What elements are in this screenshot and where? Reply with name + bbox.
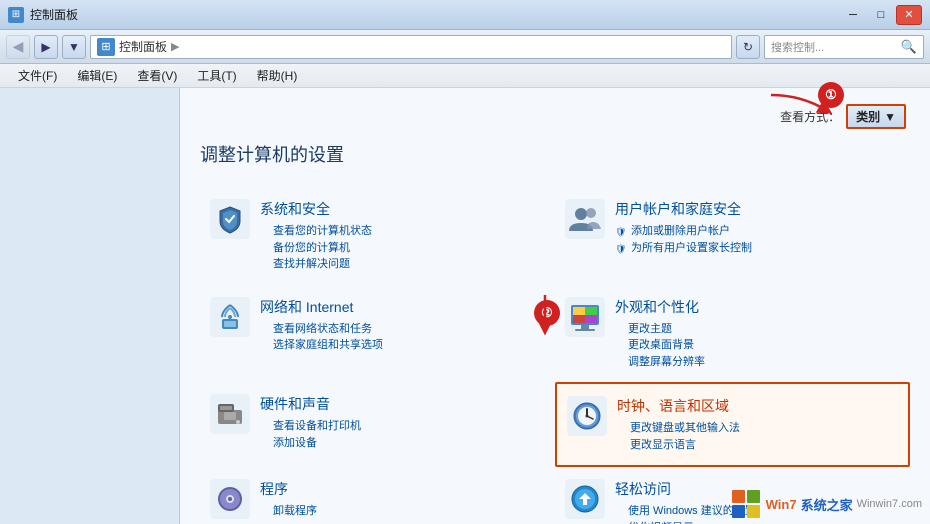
user-link-1[interactable]: 添加或删除用户帐户 bbox=[615, 223, 900, 240]
user-icon bbox=[565, 199, 605, 239]
page-title: 调整计算机的设置 bbox=[200, 141, 910, 167]
watermark-text: Win7 bbox=[766, 497, 797, 512]
appearance-link-3[interactable]: 调整屏幕分辨率 bbox=[615, 354, 900, 371]
menu-bar: 文件(F) 编辑(E) 查看(V) 工具(T) 帮助(H) bbox=[0, 64, 930, 88]
category-hardware: 硬件和声音 查看设备和打印机 添加设备 bbox=[200, 382, 555, 467]
window-container: ⊞ 控制面板 ─ □ ✕ ◀ ▶ ▼ ⊞ 控制面板 ▶ ↻ 搜索控制... 🔍 … bbox=[0, 0, 930, 524]
address-arrow: ▶ bbox=[171, 40, 179, 53]
address-icon: ⊞ bbox=[97, 38, 115, 56]
main-area: 查看方式： 类别 ▼ 调整计算机的设置 bbox=[0, 88, 930, 524]
network-link-1[interactable]: 查看网络状态和任务 bbox=[260, 321, 545, 338]
view-label: 查看方式： bbox=[780, 108, 840, 125]
network-content: 网络和 Internet 查看网络状态和任务 选择家庭组和共享选项 bbox=[260, 297, 545, 354]
clock-icon bbox=[567, 396, 607, 436]
hardware-link-2[interactable]: 添加设备 bbox=[260, 435, 545, 452]
ease-icon bbox=[565, 479, 605, 519]
annotation-circle-2: ② bbox=[534, 300, 560, 326]
clock-link-1[interactable]: 更改键盘或其他输入法 bbox=[617, 420, 898, 437]
annotation-circle-1: ① bbox=[818, 82, 844, 108]
network-title[interactable]: 网络和 Internet bbox=[260, 297, 545, 317]
appearance-title[interactable]: 外观和个性化 bbox=[615, 297, 900, 317]
category-network: 网络和 Internet 查看网络状态和任务 选择家庭组和共享选项 bbox=[200, 285, 555, 383]
menu-file[interactable]: 文件(F) bbox=[8, 65, 67, 86]
menu-help[interactable]: 帮助(H) bbox=[247, 65, 308, 86]
watermark-suffix: 系统之家 bbox=[801, 495, 853, 514]
clock-title[interactable]: 时钟、语言和区域 bbox=[617, 396, 898, 416]
view-current-label: 类别 bbox=[856, 108, 880, 125]
category-user: 用户帐户和家庭安全 添加或删除用户帐户 为所有用户设置家长控制 bbox=[555, 187, 910, 285]
appearance-link-2[interactable]: 更改桌面背景 bbox=[615, 337, 900, 354]
maximize-button[interactable]: □ bbox=[868, 5, 894, 25]
hardware-link-1[interactable]: 查看设备和打印机 bbox=[260, 418, 545, 435]
windows-logo bbox=[730, 488, 762, 520]
search-placeholder: 搜索控制... bbox=[771, 39, 897, 55]
menu-view[interactable]: 查看(V) bbox=[127, 65, 187, 86]
category-appearance: 外观和个性化 更改主题 更改桌面背景 调整屏幕分辨率 bbox=[555, 285, 910, 383]
hardware-icon bbox=[210, 394, 250, 434]
view-dropdown[interactable]: 类别 ▼ bbox=[846, 104, 906, 129]
network-link-2[interactable]: 选择家庭组和共享选项 bbox=[260, 337, 545, 354]
sidebar bbox=[0, 88, 180, 524]
category-system: 系统和安全 查看您的计算机状态 备份您的计算机 查找并解决问题 bbox=[200, 187, 555, 285]
hardware-content: 硬件和声音 查看设备和打印机 添加设备 bbox=[260, 394, 545, 451]
programs-content: 程序 卸载程序 bbox=[260, 479, 545, 520]
user-link-2[interactable]: 为所有用户设置家长控制 bbox=[615, 240, 900, 257]
system-link-3[interactable]: 查找并解决问题 bbox=[260, 256, 545, 273]
appearance-link-1[interactable]: 更改主题 bbox=[615, 321, 900, 338]
window-title: 控制面板 bbox=[30, 6, 78, 23]
top-content-bar: 查看方式： 类别 ▼ bbox=[200, 104, 910, 129]
user-content: 用户帐户和家庭安全 添加或删除用户帐户 为所有用户设置家长控制 bbox=[615, 199, 900, 256]
clock-link-2[interactable]: 更改显示语言 bbox=[617, 437, 898, 454]
title-bar-left: ⊞ 控制面板 bbox=[8, 6, 78, 23]
search-icon[interactable]: 🔍 bbox=[901, 39, 917, 55]
category-clock: 时钟、语言和区域 更改键盘或其他输入法 更改显示语言 bbox=[555, 382, 910, 467]
system-title[interactable]: 系统和安全 bbox=[260, 199, 545, 219]
ease-link-2[interactable]: 优化视频显示 bbox=[615, 520, 900, 524]
hardware-title[interactable]: 硬件和声音 bbox=[260, 394, 545, 414]
address-bar[interactable]: ⊞ 控制面板 ▶ bbox=[90, 35, 732, 59]
category-programs: 程序 卸载程序 bbox=[200, 467, 555, 524]
programs-icon bbox=[210, 479, 250, 519]
window-icon: ⊞ bbox=[8, 7, 24, 23]
address-path: 控制面板 bbox=[119, 38, 167, 55]
title-bar-controls: ─ □ ✕ bbox=[840, 5, 922, 25]
system-link-1[interactable]: 查看您的计算机状态 bbox=[260, 223, 545, 240]
programs-link-1[interactable]: 卸载程序 bbox=[260, 503, 545, 520]
network-icon bbox=[210, 297, 250, 337]
close-button[interactable]: ✕ bbox=[896, 5, 922, 25]
back-button[interactable]: ◀ bbox=[6, 35, 30, 59]
navigation-bar: ◀ ▶ ▼ ⊞ 控制面板 ▶ ↻ 搜索控制... 🔍 bbox=[0, 30, 930, 64]
clock-content: 时钟、语言和区域 更改键盘或其他输入法 更改显示语言 bbox=[617, 396, 898, 453]
menu-edit[interactable]: 编辑(E) bbox=[67, 65, 127, 86]
title-bar: ⊞ 控制面板 ─ □ ✕ bbox=[0, 0, 930, 30]
system-content: 系统和安全 查看您的计算机状态 备份您的计算机 查找并解决问题 bbox=[260, 199, 545, 273]
appearance-content: 外观和个性化 更改主题 更改桌面背景 调整屏幕分辨率 bbox=[615, 297, 900, 371]
dropdown-arrow-icon: ▼ bbox=[884, 110, 896, 124]
minimize-button[interactable]: ─ bbox=[840, 5, 866, 25]
recent-pages-button[interactable]: ▼ bbox=[62, 35, 86, 59]
user-title[interactable]: 用户帐户和家庭安全 bbox=[615, 199, 900, 219]
system-icon bbox=[210, 199, 250, 239]
menu-tools[interactable]: 工具(T) bbox=[187, 65, 246, 86]
system-link-2[interactable]: 备份您的计算机 bbox=[260, 240, 545, 257]
watermark: Win7 系统之家 Winwin7.com bbox=[730, 488, 922, 520]
programs-title[interactable]: 程序 bbox=[260, 479, 545, 499]
forward-button[interactable]: ▶ bbox=[34, 35, 58, 59]
search-bar[interactable]: 搜索控制... 🔍 bbox=[764, 35, 924, 59]
categories-grid: 系统和安全 查看您的计算机状态 备份您的计算机 查找并解决问题 bbox=[200, 187, 910, 524]
appearance-icon bbox=[565, 297, 605, 337]
refresh-button[interactable]: ↻ bbox=[736, 35, 760, 59]
watermark-domain: Winwin7.com bbox=[857, 498, 922, 510]
